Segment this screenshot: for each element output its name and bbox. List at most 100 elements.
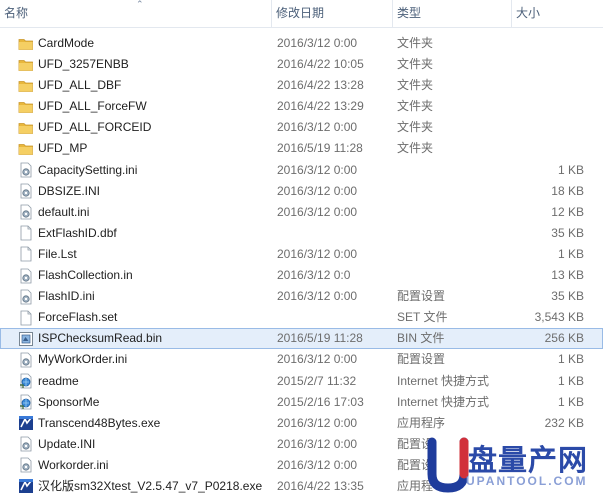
folder-icon [18, 36, 34, 52]
file-name-cell[interactable]: UFD_MP [18, 138, 268, 159]
file-icon [18, 225, 34, 241]
file-name-cell[interactable]: File.Lst [18, 244, 268, 265]
file-name: readme [38, 373, 79, 388]
file-name-cell[interactable]: ForceFlash.set [18, 307, 268, 328]
file-name: Transcend48Bytes.exe [38, 415, 161, 430]
file-type: 文件夹 [397, 120, 434, 135]
folder-icon [18, 57, 34, 73]
file-row[interactable]: ExtFlashID.dbf 35 KB [0, 223, 603, 244]
file-row[interactable]: readme 2015/2/7 11:32 Internet 快捷方式 1 KB [0, 371, 603, 392]
file-row[interactable]: ForceFlash.set SET 文件 3,543 KB [0, 307, 603, 328]
file-name: Update.INI [38, 436, 96, 451]
settings-file-icon [18, 204, 34, 220]
file-row[interactable]: FlashID.ini 2016/3/12 0:00 配置设置 35 KB [0, 286, 603, 307]
file-row[interactable]: Transcend48Bytes.exe 2016/3/12 0:00 应用程序 23… [0, 413, 603, 434]
file-row[interactable]: UFD_ALL_ForceFW 2016/4/22 13:29 文件夹 [0, 96, 603, 117]
file-name: MyWorkOrder.ini [38, 352, 128, 367]
internet-shortcut-icon [18, 373, 34, 389]
internet-shortcut-icon [18, 394, 34, 410]
file-name-cell[interactable]: FlashCollection.in [18, 265, 268, 286]
file-name: UFD_MP [38, 141, 88, 156]
folder-icon [18, 99, 34, 115]
file-type: BIN 文件 [397, 331, 445, 346]
app-icon [18, 415, 34, 431]
file-row[interactable]: FlashCollection.in 2016/3/12 0:0 13 KB [0, 265, 603, 286]
file-size: 1 KB [557, 373, 584, 388]
file-date: 2016/3/12 0:00 [277, 120, 358, 135]
file-size: 13 KB [551, 268, 584, 283]
file-date: 2016/4/22 13:28 [277, 78, 364, 93]
file-name-cell[interactable]: Update.INI [18, 434, 268, 455]
settings-file-icon [18, 457, 34, 473]
file-date: 2016/3/12 0:00 [277, 162, 358, 177]
settings-file-icon [18, 436, 34, 452]
file-name-cell[interactable]: Transcend48Bytes.exe [18, 413, 268, 434]
file-name-cell[interactable]: UFD_3257ENBB [18, 54, 268, 75]
file-date: 2016/3/12 0:00 [277, 436, 358, 451]
file-size: 3,543 KB [534, 310, 584, 325]
settings-file-icon [18, 352, 34, 368]
column-header-name[interactable]: 名称 ⌃ [0, 0, 270, 27]
file-type: 配置设置 [397, 289, 446, 304]
file-date: 2016/4/22 13:29 [277, 99, 364, 114]
file-icon [18, 246, 34, 262]
file-row[interactable]: ISPChecksumRead.bin 2016/5/19 11:28 BIN 文件… [0, 328, 603, 350]
file-row[interactable]: UFD_ALL_DBF 2016/4/22 13:28 文件夹 [0, 75, 603, 96]
column-header-size[interactable]: 大小 [511, 0, 603, 27]
column-header-type-label: 类型 [397, 6, 422, 20]
file-size: 18 KB [551, 183, 584, 198]
file-name: ExtFlashID.dbf [38, 225, 117, 240]
file-name: default.ini [38, 204, 90, 219]
file-name-cell[interactable]: FlashID.ini [18, 286, 268, 307]
file-row[interactable]: UFD_MP 2016/5/19 11:28 文件夹 [0, 138, 603, 159]
file-name-cell[interactable]: readme [18, 371, 268, 392]
file-name-cell[interactable]: UFD_ALL_FORCEID [18, 117, 268, 138]
file-name: Workorder.ini [38, 457, 109, 472]
file-name: SponsorMe [38, 394, 100, 409]
file-date: 2016/4/22 13:35 [277, 478, 364, 493]
file-row[interactable]: UFD_ALL_FORCEID 2016/3/12 0:00 文件夹 [0, 117, 603, 138]
sort-ascending-icon: ⌃ [136, 0, 144, 9]
file-name-cell[interactable]: UFD_ALL_ForceFW [18, 96, 268, 117]
file-name-cell[interactable]: UFD_ALL_DBF [18, 75, 268, 96]
file-name-cell[interactable]: CapacitySetting.ini [18, 160, 268, 181]
file-name-cell[interactable]: SponsorMe [18, 392, 268, 413]
watermark-text: 盘量产网 [468, 443, 589, 477]
file-type: 文件夹 [397, 99, 434, 114]
file-name: CapacitySetting.ini [38, 162, 138, 177]
file-name-cell[interactable]: ExtFlashID.dbf [18, 223, 268, 244]
settings-file-icon [18, 268, 34, 284]
file-row[interactable]: File.Lst 2016/3/12 0:00 1 KB [0, 244, 603, 265]
app-icon [18, 478, 34, 494]
file-row[interactable]: SponsorMe 2015/2/16 17:03 Internet 快捷方式 1 K… [0, 392, 603, 413]
file-name-cell[interactable]: DBSIZE.INI [18, 181, 268, 202]
file-name-cell[interactable]: Workorder.ini [18, 455, 268, 476]
bin-file-icon [18, 331, 34, 347]
file-type: SET 文件 [397, 310, 448, 325]
file-date: 2016/3/12 0:00 [277, 352, 358, 367]
file-row[interactable]: CardMode 2016/3/12 0:00 文件夹 [0, 33, 603, 54]
file-row[interactable]: MyWorkOrder.ini 2016/3/12 0:00 配置设置 1 KB [0, 349, 603, 370]
file-size: 256 KB [544, 331, 584, 346]
file-row[interactable]: DBSIZE.INI 2016/3/12 0:00 18 KB [0, 181, 603, 202]
file-type: 文件夹 [397, 57, 434, 72]
file-name-cell[interactable]: MyWorkOrder.ini [18, 349, 268, 370]
file-date: 2016/5/19 11:28 [277, 331, 363, 346]
file-name-cell[interactable]: CardMode [18, 33, 268, 54]
file-name-cell[interactable]: ISPChecksumRead.bin [18, 328, 268, 349]
file-name: CardMode [38, 36, 95, 50]
column-header-date[interactable]: 修改日期 [271, 0, 391, 27]
column-header-type[interactable]: 类型 [392, 0, 510, 27]
file-row[interactable]: UFD_3257ENBB 2016/4/22 10:05 文件夹 [0, 54, 603, 75]
file-type: Internet 快捷方式 [397, 394, 490, 409]
file-row[interactable]: CapacitySetting.ini 2016/3/12 0:00 1 KB [0, 160, 603, 181]
folder-icon [18, 120, 34, 136]
file-date: 2016/5/19 11:28 [277, 141, 363, 156]
file-row[interactable]: default.ini 2016/3/12 0:00 12 KB [0, 202, 603, 223]
file-date: 2015/2/7 11:32 [277, 373, 357, 388]
file-size: 1 KB [557, 246, 584, 261]
file-name-cell[interactable]: 汉化版sm32Xtest_V2.5.47_v7_P0218.exe [18, 476, 268, 497]
file-name-cell[interactable]: default.ini [18, 202, 268, 223]
file-name: FlashID.ini [38, 289, 95, 304]
file-name: ForceFlash.set [38, 310, 118, 325]
